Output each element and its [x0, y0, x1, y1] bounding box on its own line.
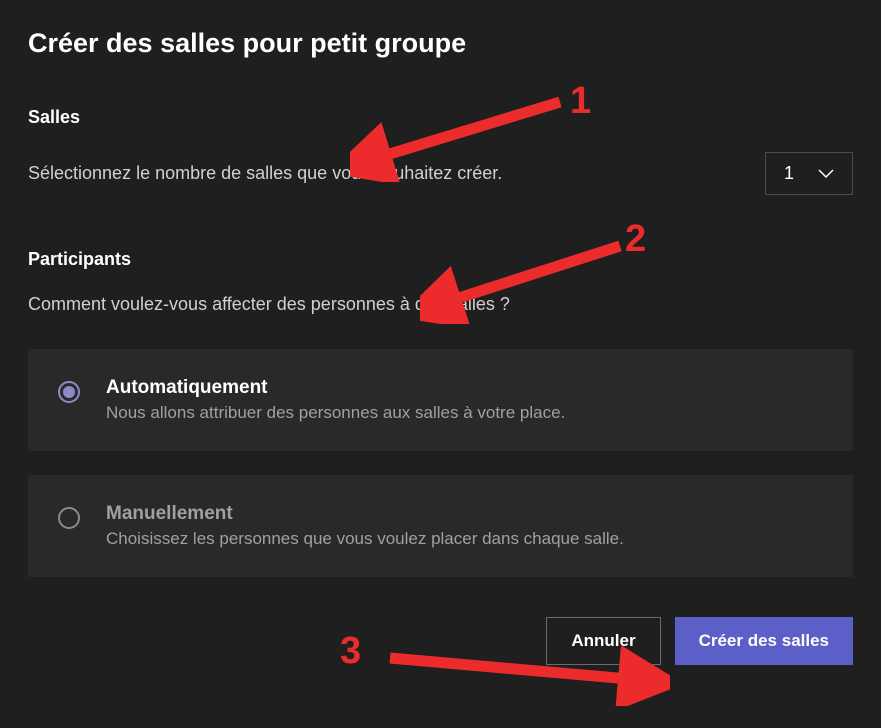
- option-manual-description: Choisissez les personnes que vous voulez…: [106, 529, 823, 549]
- option-automatic[interactable]: Automatiquement Nous allons attribuer de…: [28, 349, 853, 451]
- option-manual[interactable]: Manuellement Choisissez les personnes qu…: [28, 475, 853, 577]
- radio-manual[interactable]: [58, 507, 80, 529]
- participants-description: Comment voulez-vous affecter des personn…: [28, 294, 853, 315]
- rooms-row: Sélectionnez le nombre de salles que vou…: [28, 152, 853, 195]
- participants-label: Participants: [28, 249, 853, 270]
- rooms-label: Salles: [28, 107, 853, 128]
- cancel-button[interactable]: Annuler: [546, 617, 660, 665]
- dialog-footer: Annuler Créer des salles: [28, 617, 853, 665]
- option-manual-text: Manuellement Choisissez les personnes qu…: [106, 503, 823, 549]
- rooms-description: Sélectionnez le nombre de salles que vou…: [28, 163, 502, 184]
- rooms-section: Salles Sélectionnez le nombre de salles …: [28, 107, 853, 195]
- radio-automatic[interactable]: [58, 381, 80, 403]
- create-rooms-button[interactable]: Créer des salles: [675, 617, 853, 665]
- dialog-title: Créer des salles pour petit groupe: [28, 28, 853, 59]
- chevron-down-icon: [818, 166, 834, 182]
- option-automatic-description: Nous allons attribuer des personnes aux …: [106, 403, 823, 423]
- room-count-dropdown[interactable]: 1: [765, 152, 853, 195]
- room-count-value: 1: [784, 163, 794, 184]
- option-automatic-title: Automatiquement: [106, 377, 823, 399]
- participants-section: Participants Comment voulez-vous affecte…: [28, 249, 853, 577]
- option-manual-title: Manuellement: [106, 503, 823, 525]
- option-automatic-text: Automatiquement Nous allons attribuer de…: [106, 377, 823, 423]
